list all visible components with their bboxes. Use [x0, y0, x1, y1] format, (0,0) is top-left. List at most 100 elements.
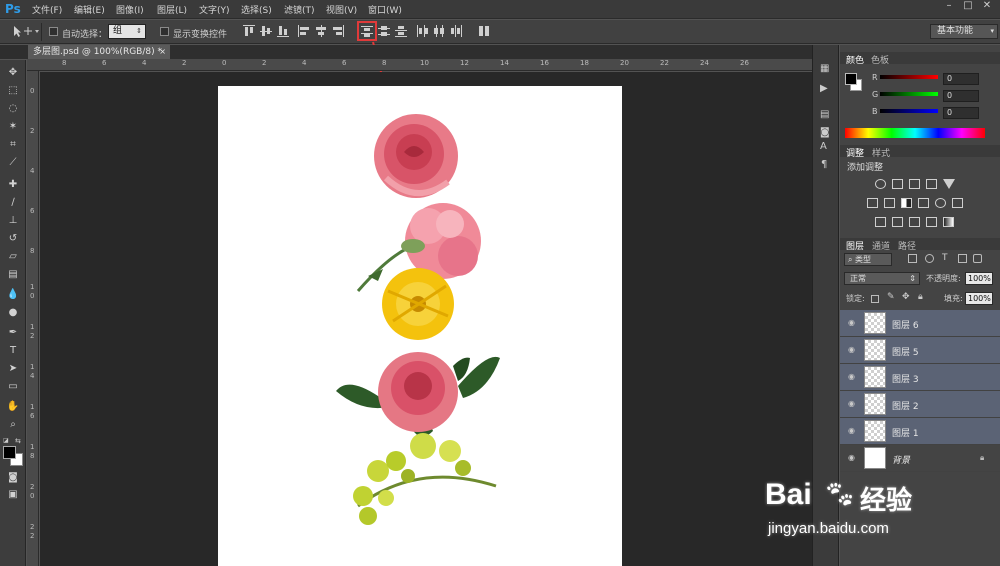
input-g[interactable]: 0: [943, 90, 979, 102]
lock-pixels-icon[interactable]: ✎: [887, 292, 895, 302]
brightness-contrast-icon[interactable]: [875, 179, 886, 189]
crop-tool-icon[interactable]: ⌗: [6, 138, 20, 152]
gradient-map-icon[interactable]: [943, 217, 954, 227]
photo-filter-icon[interactable]: [918, 198, 929, 208]
rectangle-tool-icon[interactable]: ▭: [6, 380, 20, 394]
panel-foreground-swatch[interactable]: [845, 73, 857, 85]
history-brush-tool-icon[interactable]: ↺: [6, 232, 20, 246]
blur-tool-icon[interactable]: 💧: [6, 288, 20, 302]
healing-brush-tool-icon[interactable]: ✚: [6, 178, 20, 192]
levels-icon[interactable]: [892, 179, 903, 189]
layer-row[interactable]: ◉ 图层 2: [840, 391, 1000, 418]
close-icon[interactable]: ✕: [981, 0, 993, 12]
align-vertical-centers-icon[interactable]: [260, 25, 272, 37]
lock-transparent-icon[interactable]: [871, 295, 879, 303]
pen-tool-icon[interactable]: ✒: [6, 326, 20, 340]
distribute-right-edges-icon[interactable]: [450, 25, 462, 37]
blend-mode-dropdown[interactable]: 正常 ⇕: [844, 272, 920, 285]
color-spectrum-bar[interactable]: [845, 128, 985, 138]
menu-file[interactable]: 文件(F): [32, 3, 62, 16]
curves-icon[interactable]: [909, 179, 920, 189]
slider-b[interactable]: [880, 109, 938, 113]
swap-colors-icon[interactable]: ⇆: [15, 437, 23, 445]
filter-smart-object-icon[interactable]: [973, 254, 982, 263]
actions-panel-icon[interactable]: ▶: [820, 83, 832, 95]
input-r[interactable]: 0: [943, 73, 979, 85]
exposure-icon[interactable]: [926, 179, 937, 189]
tab-color[interactable]: 颜色: [846, 53, 864, 66]
zoom-tool-icon[interactable]: ⌕: [6, 418, 20, 432]
eyedropper-tool-icon[interactable]: ⟋: [6, 156, 20, 170]
distribute-left-edges-icon[interactable]: [416, 25, 428, 37]
layer-row[interactable]: ◉ 图层 3: [840, 364, 1000, 391]
menu-edit[interactable]: 编辑(E): [74, 3, 105, 16]
layer-row[interactable]: ◉ 图层 6: [840, 310, 1000, 337]
filter-type-icon[interactable]: T: [942, 253, 948, 263]
visibility-eye-icon[interactable]: ◉: [846, 318, 857, 327]
quick-mask-icon[interactable]: ◙: [6, 471, 20, 485]
layer-row[interactable]: ◉ 图层 1: [840, 418, 1000, 445]
clone-stamp-tool-icon[interactable]: ⊥: [6, 214, 20, 228]
posterize-icon[interactable]: [892, 217, 903, 227]
eraser-tool-icon[interactable]: ▱: [6, 250, 20, 264]
invert-icon[interactable]: [875, 217, 886, 227]
distribute-vertical-centers-icon[interactable]: [378, 25, 390, 37]
auto-select-checkbox[interactable]: [49, 27, 58, 36]
align-horizontal-centers-icon[interactable]: [315, 25, 327, 37]
slider-r[interactable]: [880, 75, 938, 79]
menu-image[interactable]: 图像(I): [116, 3, 144, 16]
tab-layers[interactable]: 图层: [846, 239, 864, 252]
move-tool-preset-icon[interactable]: [10, 25, 40, 39]
paragraph-panel-icon[interactable]: ¶: [821, 159, 833, 171]
align-left-edges-icon[interactable]: [298, 25, 310, 37]
lock-position-icon[interactable]: ✥: [902, 292, 910, 302]
hand-tool-icon[interactable]: ✋: [6, 400, 20, 414]
visibility-eye-icon[interactable]: ◉: [846, 372, 857, 381]
properties-panel-icon[interactable]: ▤: [820, 109, 832, 121]
slider-g[interactable]: [880, 92, 938, 96]
visibility-eye-icon[interactable]: ◉: [846, 426, 857, 435]
workspace-dropdown[interactable]: 基本功能 ▾: [930, 24, 998, 39]
type-tool-icon[interactable]: T: [6, 344, 20, 358]
visibility-eye-icon[interactable]: ◉: [846, 345, 857, 354]
auto-align-layers-icon[interactable]: [479, 25, 491, 37]
move-tool-icon[interactable]: ✥: [6, 66, 20, 80]
tab-paths[interactable]: 路径: [898, 239, 916, 252]
fill-input[interactable]: 100%: [965, 292, 993, 305]
filter-shape-icon[interactable]: [958, 254, 967, 263]
document-tab[interactable]: 多层图.psd @ 100%(RGB/8) * ×: [28, 45, 170, 59]
color-balance-icon[interactable]: [884, 198, 895, 208]
selective-color-icon[interactable]: [926, 217, 937, 227]
show-transform-checkbox[interactable]: [160, 27, 169, 36]
marquee-tool-icon[interactable]: ⬚: [6, 84, 20, 98]
menu-view[interactable]: 视图(V): [326, 3, 357, 16]
auto-select-dropdown[interactable]: 组 ⇕: [108, 24, 146, 39]
menu-layer[interactable]: 图层(L): [157, 3, 187, 16]
input-b[interactable]: 0: [943, 107, 979, 119]
align-bottom-edges-icon[interactable]: [277, 25, 289, 37]
magic-wand-tool-icon[interactable]: ✶: [6, 120, 20, 134]
history-panel-icon[interactable]: ▦: [820, 63, 832, 75]
info-panel-icon[interactable]: ◙: [820, 127, 832, 139]
channel-mixer-icon[interactable]: [935, 198, 946, 208]
visibility-eye-icon[interactable]: ◉: [846, 399, 857, 408]
distribute-horizontal-centers-icon[interactable]: [433, 25, 445, 37]
document-canvas[interactable]: [218, 86, 622, 566]
gradient-tool-icon[interactable]: ▤: [6, 268, 20, 282]
minimize-icon[interactable]: –: [943, 0, 955, 12]
filter-adjustment-icon[interactable]: [925, 254, 934, 263]
menu-window[interactable]: 窗口(W): [368, 3, 402, 16]
align-top-edges-icon[interactable]: [243, 25, 255, 37]
screen-mode-icon[interactable]: ▣: [6, 488, 20, 502]
hue-saturation-icon[interactable]: [867, 198, 878, 208]
vibrance-icon[interactable]: [943, 179, 955, 189]
brush-tool-icon[interactable]: ∕: [6, 196, 20, 210]
lock-all-icon[interactable]: 🔒︎: [918, 292, 923, 302]
lasso-tool-icon[interactable]: ◌: [6, 102, 20, 116]
tab-swatches[interactable]: 色板: [871, 53, 889, 66]
tab-styles[interactable]: 样式: [872, 146, 890, 159]
tab-channels[interactable]: 通道: [872, 239, 890, 252]
menu-type[interactable]: 文字(Y): [199, 3, 230, 16]
restore-icon[interactable]: □: [962, 0, 974, 12]
path-selection-tool-icon[interactable]: ➤: [6, 362, 20, 376]
